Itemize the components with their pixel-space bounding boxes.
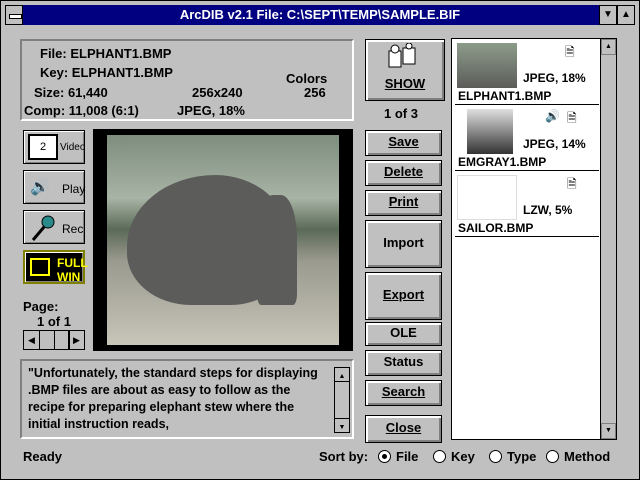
desc-scroll-down-arrow[interactable]: ▼ (335, 418, 349, 432)
delete-button[interactable]: Delete (365, 160, 442, 186)
status-text: Ready (23, 449, 63, 464)
print-label: Print (388, 194, 419, 209)
thumbnail (467, 109, 513, 154)
export-button[interactable]: Export (365, 272, 442, 320)
sort-option-label: Type (507, 449, 537, 464)
ole-label: OLE (390, 325, 417, 340)
thumbnail (457, 175, 517, 220)
file-name: File: ELPHANT1.BMP (40, 46, 172, 61)
search-button[interactable]: Search (365, 380, 442, 406)
video-button[interactable]: 2 Video (23, 130, 85, 164)
list-item[interactable]: 🗎 JPEG, 18% ELPHANT1.BMP (455, 41, 599, 105)
compression-method: JPEG, 18% (177, 103, 245, 118)
scroll-down-arrow[interactable]: ▼ (601, 423, 616, 439)
file-size: Size: 61,440 (34, 85, 108, 100)
radio-icon (378, 450, 391, 463)
document-icon: 🗎 (565, 45, 575, 59)
sort-option-label: Method (564, 449, 611, 464)
ole-button[interactable]: OLE (365, 322, 442, 346)
search-label: Search (381, 384, 426, 399)
list-scrollbar[interactable]: ▲ ▼ (600, 39, 616, 439)
minimize-button[interactable]: ▼ (599, 5, 617, 25)
app-window: ArcDIB v2.1 File: C:\SEPT\TEMP\SAMPLE.BI… (0, 0, 640, 480)
sort-option-type[interactable]: Type (489, 449, 536, 464)
list-item-comp: JPEG, 18% (523, 71, 586, 85)
full-window-button[interactable]: FULL WIN (23, 250, 88, 284)
page-next-arrow[interactable]: ▶ (68, 331, 84, 349)
system-menu-button[interactable] (5, 5, 23, 25)
colors-value: 256 (304, 85, 326, 100)
page-value: 1 of 1 (37, 314, 71, 329)
file-info-panel: File: ELPHANT1.BMP Key: ELPHANT1.BMP Siz… (20, 39, 354, 121)
file-list[interactable]: 🗎 JPEG, 18% ELPHANT1.BMP 🔊 🗎 JPEG, 14% E… (451, 38, 617, 440)
list-item[interactable]: 🗎 LZW, 5% SAILOR.BMP (455, 173, 599, 237)
rec-label: Rec (62, 222, 84, 236)
import-label: Import (383, 235, 424, 250)
sort-option-method[interactable]: Method (546, 449, 610, 464)
sort-option-key[interactable]: Key (433, 449, 475, 464)
list-item-name: SAILOR.BMP (458, 221, 534, 235)
desc-scroll-up-arrow[interactable]: ▲ (335, 368, 349, 382)
speaker-icon: 🔊 (30, 179, 50, 196)
sort-option-file[interactable]: File (378, 449, 418, 464)
microphone-icon (31, 215, 55, 241)
file-key: Key: ELPHANT1.BMP (40, 65, 173, 80)
status-button[interactable]: Status (365, 350, 442, 376)
show-button[interactable]: SHOW (365, 39, 445, 101)
show-label: SHOW (384, 76, 426, 91)
description-panel: "Unfortunately, the standard steps for d… (20, 359, 354, 439)
window-icon (30, 258, 50, 276)
full-label: FULL (57, 256, 88, 270)
list-item-name: EMGRAY1.BMP (458, 155, 547, 169)
description-scrollbar[interactable]: ▲ ▼ (334, 367, 350, 433)
page-label: Page: (23, 299, 59, 314)
radio-icon (546, 450, 559, 463)
list-item-comp: LZW, 5% (523, 203, 573, 217)
elephant-photo (107, 135, 339, 345)
radio-icon (433, 450, 446, 463)
close-button[interactable]: Close (365, 415, 442, 443)
import-button[interactable]: Import (365, 220, 442, 268)
export-label: Export (382, 287, 425, 302)
list-item-name: ELPHANT1.BMP (458, 89, 552, 103)
list-item[interactable]: 🔊 🗎 JPEG, 14% EMGRAY1.BMP (455, 107, 599, 171)
play-button[interactable]: 🔊 Play (23, 170, 85, 204)
video-label: Video (60, 142, 86, 153)
image-dimensions: 256x240 (192, 85, 243, 100)
delete-label: Delete (383, 164, 424, 179)
record-button[interactable]: Rec (23, 210, 85, 244)
document-icon: 🗎 (567, 111, 577, 125)
scroll-up-arrow[interactable]: ▲ (601, 39, 616, 55)
save-label: Save (388, 134, 419, 149)
image-counter: 1 of 3 (384, 106, 418, 121)
colors-label: Colors (286, 71, 328, 86)
document-icon: 🗎 (567, 177, 577, 191)
status-label: Status (383, 354, 424, 369)
filmstrip-icon: 2 (28, 134, 58, 160)
print-button[interactable]: Print (365, 190, 442, 216)
list-item-comp: JPEG, 14% (523, 137, 586, 151)
page-scrollbar[interactable]: ◀ ▶ (23, 330, 85, 350)
title-bar: ArcDIB v2.1 File: C:\SEPT\TEMP\SAMPLE.BI… (5, 5, 635, 25)
image-preview[interactable] (93, 129, 353, 351)
play-label: Play (62, 182, 86, 196)
description-text: "Unfortunately, the standard steps for d… (28, 366, 318, 431)
thumbnail (457, 43, 517, 88)
speaker-icon: 🔊 (545, 109, 560, 123)
sort-option-label: Key (451, 449, 475, 464)
win-label: WIN (57, 270, 81, 284)
sort-option-label: File (396, 449, 419, 464)
sort-label: Sort by: (319, 449, 369, 464)
save-button[interactable]: Save (365, 130, 442, 156)
maximize-button[interactable]: ▲ (617, 5, 635, 25)
close-label: Close (385, 420, 422, 435)
page-prev-arrow[interactable]: ◀ (24, 331, 40, 349)
radio-icon (489, 450, 502, 463)
slides-icon (388, 42, 416, 68)
window-title: ArcDIB v2.1 File: C:\SEPT\TEMP\SAMPLE.BI… (179, 7, 461, 22)
compressed-size: Comp: 11,008 (6:1) (24, 103, 139, 118)
